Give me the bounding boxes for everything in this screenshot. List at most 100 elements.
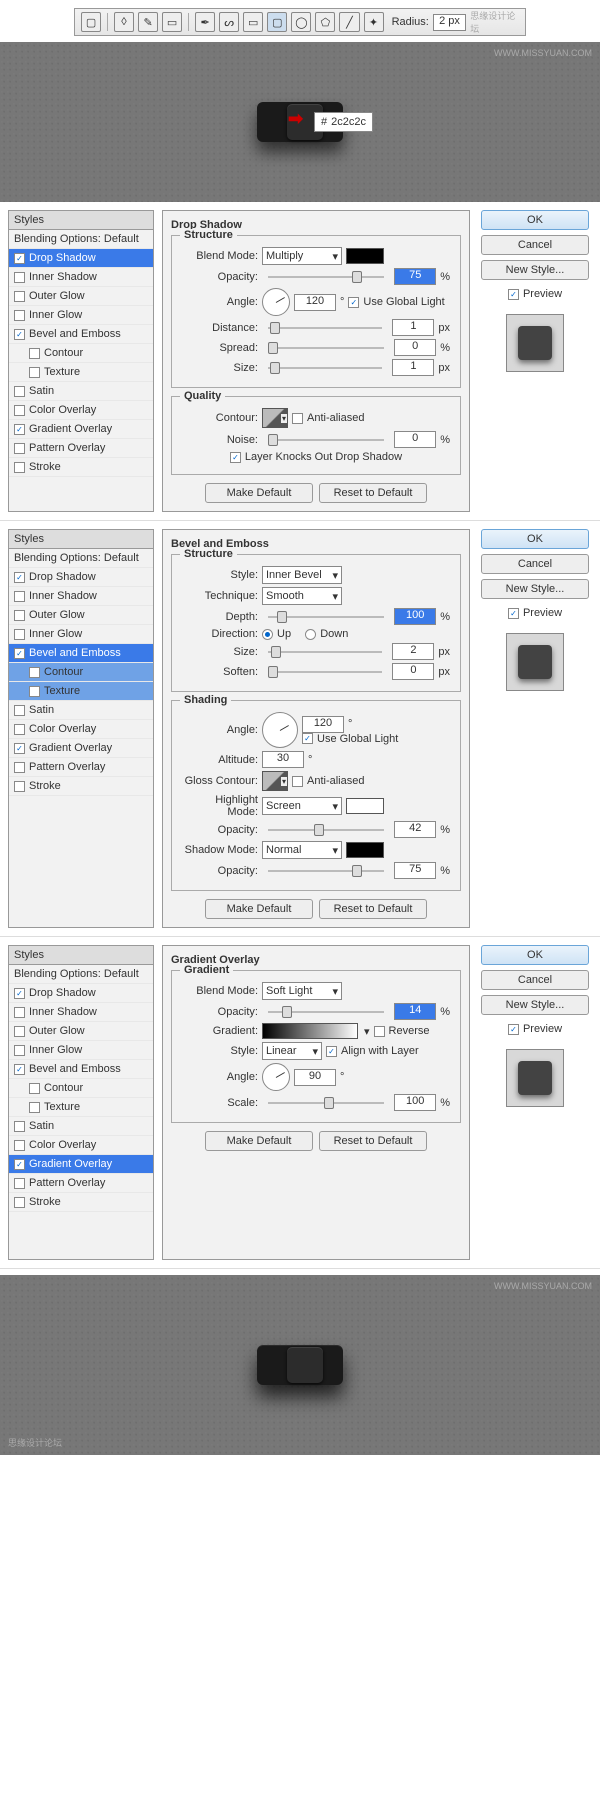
color-picker-field[interactable]: # 2c2c2c — [314, 112, 373, 132]
opacity-input[interactable]: 75 — [394, 268, 436, 285]
style-texture[interactable]: Texture — [9, 363, 153, 382]
style-dropshadow[interactable]: Drop Shadow — [9, 984, 153, 1003]
style-texture[interactable]: Texture — [9, 1098, 153, 1117]
style-innerglow[interactable]: Inner Glow — [9, 306, 153, 325]
polygon-icon[interactable]: ⬠ — [315, 12, 335, 32]
knockout-checkbox[interactable] — [230, 452, 241, 463]
reset-default-button[interactable]: Reset to Default — [319, 483, 427, 503]
angle-input[interactable]: 90 — [294, 1069, 336, 1086]
cancel-button[interactable]: Cancel — [481, 970, 589, 990]
reset-default-button[interactable]: Reset to Default — [319, 899, 427, 919]
style-patternoverlay[interactable]: Pattern Overlay — [9, 439, 153, 458]
preview-checkbox[interactable] — [508, 289, 519, 300]
direction-up-radio[interactable] — [262, 629, 273, 640]
style-satin[interactable]: Satin — [9, 1117, 153, 1136]
line-icon[interactable]: ╱ — [339, 12, 359, 32]
style-bevel[interactable]: Bevel and Emboss — [9, 325, 153, 344]
gloss-contour-picker[interactable] — [262, 771, 288, 791]
style-dropshadow[interactable]: Drop Shadow — [9, 568, 153, 587]
gradient-picker[interactable] — [262, 1023, 358, 1039]
rect-icon[interactable]: ▭ — [243, 12, 263, 32]
style-satin[interactable]: Satin — [9, 701, 153, 720]
newstyle-button[interactable]: New Style... — [481, 579, 589, 599]
angle-dial[interactable] — [262, 288, 290, 316]
style-outerglow[interactable]: Outer Glow — [9, 287, 153, 306]
make-default-button[interactable]: Make Default — [205, 483, 313, 503]
ok-button[interactable]: OK — [481, 529, 589, 549]
size-input[interactable]: 2 — [392, 643, 434, 660]
style-innerglow[interactable]: Inner Glow — [9, 1041, 153, 1060]
shadow-color-swatch[interactable] — [346, 842, 384, 858]
make-default-button[interactable]: Make Default — [205, 899, 313, 919]
style-coloroverlay[interactable]: Color Overlay — [9, 720, 153, 739]
h-opacity-slider[interactable] — [268, 823, 384, 837]
blending-options[interactable]: Blending Options: Default — [9, 965, 153, 984]
blendmode-select[interactable]: Soft Light — [262, 982, 342, 1000]
custom-shape-icon[interactable]: ✦ — [364, 12, 384, 32]
opacity-slider[interactable] — [268, 1005, 384, 1019]
style-innerglow[interactable]: Inner Glow — [9, 625, 153, 644]
distance-input[interactable]: 1 — [392, 319, 434, 336]
bevel-style-select[interactable]: Inner Bevel — [262, 566, 342, 584]
newstyle-button[interactable]: New Style... — [481, 995, 589, 1015]
spread-slider[interactable] — [268, 341, 384, 355]
spread-input[interactable]: 0 — [394, 339, 436, 356]
antialias-checkbox[interactable] — [292, 776, 303, 787]
depth-slider[interactable] — [268, 610, 384, 624]
blending-options[interactable]: Blending Options: Default — [9, 549, 153, 568]
style-satin[interactable]: Satin — [9, 382, 153, 401]
noise-slider[interactable] — [268, 433, 384, 447]
newstyle-button[interactable]: New Style... — [481, 260, 589, 280]
highlight-color-swatch[interactable] — [346, 798, 384, 814]
distance-slider[interactable] — [268, 321, 382, 335]
align-checkbox[interactable] — [326, 1046, 337, 1057]
soften-input[interactable]: 0 — [392, 663, 434, 680]
shape-tool-icon[interactable]: ▢ — [81, 12, 101, 32]
make-default-button[interactable]: Make Default — [205, 1131, 313, 1151]
mode-shape-icon[interactable]: ◊ — [114, 12, 134, 32]
style-gradientoverlay[interactable]: Gradient Overlay — [9, 420, 153, 439]
style-bevel[interactable]: Bevel and Emboss — [9, 644, 153, 663]
depth-input[interactable]: 100 — [394, 608, 436, 625]
altitude-input[interactable]: 30 — [262, 751, 304, 768]
style-gradientoverlay[interactable]: Gradient Overlay — [9, 739, 153, 758]
mode-path-icon[interactable]: ✎ — [138, 12, 158, 32]
style-innershadow[interactable]: Inner Shadow — [9, 587, 153, 606]
angle-input[interactable]: 120 — [294, 294, 336, 311]
s-opacity-input[interactable]: 75 — [394, 862, 436, 879]
freeform-icon[interactable]: ᔕ — [219, 12, 239, 32]
style-coloroverlay[interactable]: Color Overlay — [9, 401, 153, 420]
gradient-style-select[interactable]: Linear — [262, 1042, 322, 1060]
noise-input[interactable]: 0 — [394, 431, 436, 448]
pen-icon[interactable]: ✒ — [195, 12, 215, 32]
cancel-button[interactable]: Cancel — [481, 235, 589, 255]
style-contour[interactable]: Contour — [9, 344, 153, 363]
opacity-slider[interactable] — [268, 270, 384, 284]
soften-slider[interactable] — [268, 665, 382, 679]
direction-down-radio[interactable] — [305, 629, 316, 640]
ok-button[interactable]: OK — [481, 210, 589, 230]
style-texture[interactable]: Texture — [9, 682, 153, 701]
blending-options[interactable]: Blending Options: Default — [9, 230, 153, 249]
style-stroke[interactable]: Stroke — [9, 777, 153, 796]
style-outerglow[interactable]: Outer Glow — [9, 606, 153, 625]
global-light-checkbox[interactable] — [348, 297, 359, 308]
style-stroke[interactable]: Stroke — [9, 458, 153, 477]
style-outerglow[interactable]: Outer Glow — [9, 1022, 153, 1041]
scale-slider[interactable] — [268, 1096, 384, 1110]
style-stroke[interactable]: Stroke — [9, 1193, 153, 1212]
size-slider[interactable] — [268, 361, 382, 375]
opacity-input[interactable]: 14 — [394, 1003, 436, 1020]
shadow-color-swatch[interactable] — [346, 248, 384, 264]
style-contour[interactable]: Contour — [9, 663, 153, 682]
rounded-rect-icon[interactable]: ▢ — [267, 12, 287, 32]
ellipse-icon[interactable]: ◯ — [291, 12, 311, 32]
style-gradientoverlay[interactable]: Gradient Overlay — [9, 1155, 153, 1174]
shading-angle-dial[interactable] — [262, 712, 298, 748]
scale-input[interactable]: 100 — [394, 1094, 436, 1111]
preview-checkbox[interactable] — [508, 608, 519, 619]
reset-default-button[interactable]: Reset to Default — [319, 1131, 427, 1151]
s-opacity-slider[interactable] — [268, 864, 384, 878]
blendmode-select[interactable]: Multiply — [262, 247, 342, 265]
style-contour[interactable]: Contour — [9, 1079, 153, 1098]
